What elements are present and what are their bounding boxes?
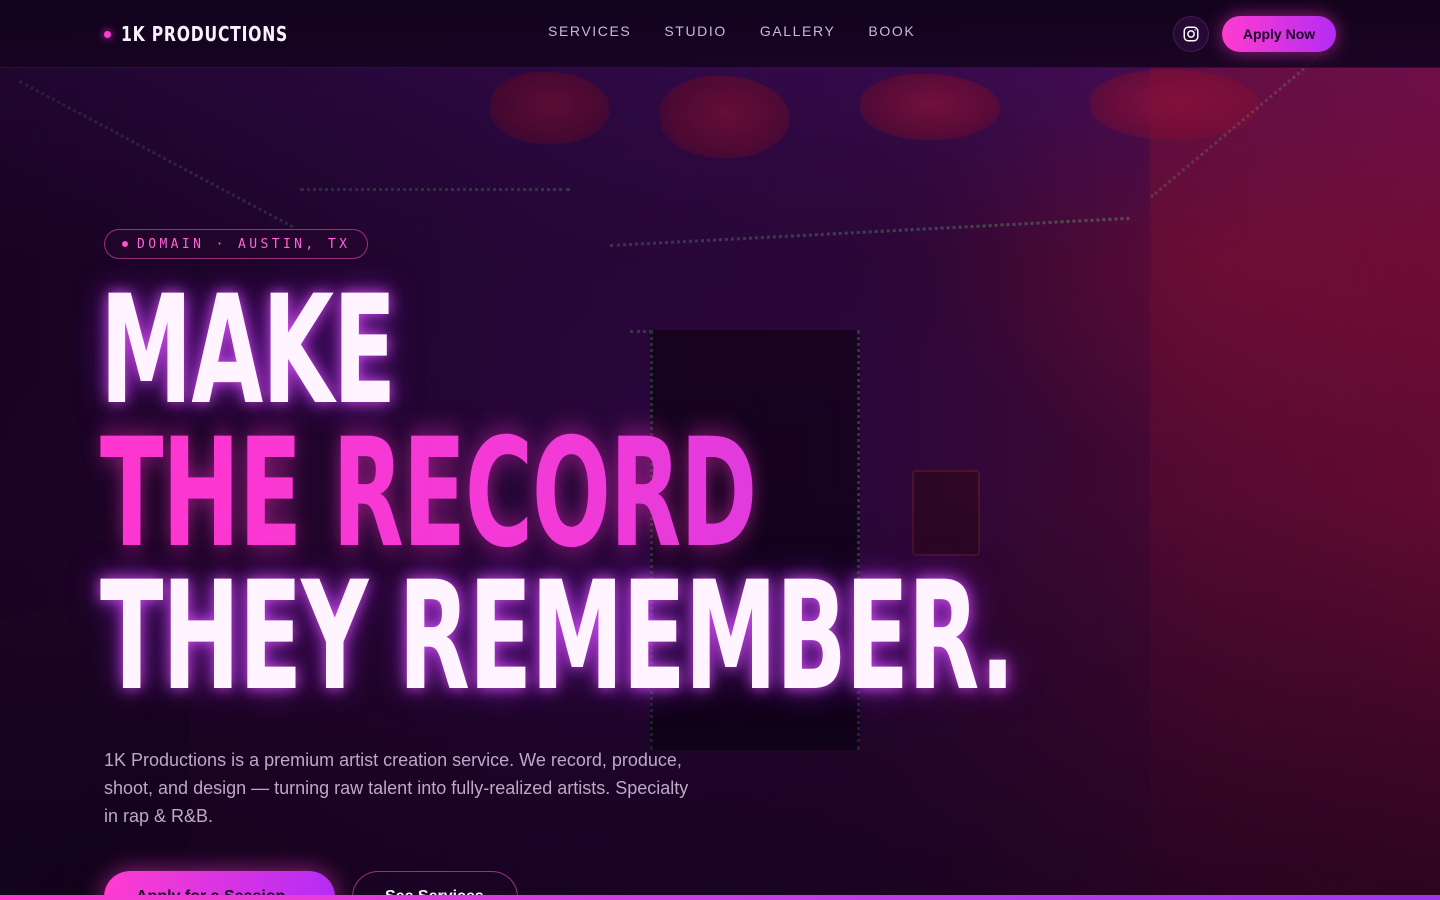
instagram-button[interactable] <box>1173 16 1209 52</box>
nav-link-book[interactable]: BOOK <box>868 23 915 39</box>
apply-now-button[interactable]: Apply Now <box>1222 16 1336 52</box>
headline-line-1: MAKE <box>100 264 396 438</box>
badge-dot-icon <box>122 241 128 247</box>
nav-link-gallery[interactable]: GALLERY <box>760 23 836 39</box>
nav-link-services[interactable]: SERVICES <box>548 23 631 39</box>
location-badge: DOMAIN · AUSTIN, TX <box>104 229 369 259</box>
nav-link-studio[interactable]: STUDIO <box>664 23 727 39</box>
instagram-icon <box>1183 26 1199 42</box>
brand-logo[interactable]: 1K PRODUCTIONS <box>104 20 335 48</box>
brand-dot-icon <box>104 30 111 38</box>
headline-line-2: THE RECORD <box>100 419 1014 569</box>
hero-section: DOMAIN · AUSTIN, TX MAKE THE RECORD THEY… <box>0 0 1440 900</box>
top-navbar: 1K PRODUCTIONS SERVICES STUDIO GALLERY B… <box>0 0 1440 68</box>
main-nav: SERVICES STUDIO GALLERY BOOK <box>548 23 915 39</box>
hero-description: 1K Productions is a premium artist creat… <box>104 750 689 826</box>
hero-headline: MAKE THE RECORD THEY REMEMBER. <box>100 264 1440 724</box>
brand-name: 1K PRODUCTIONS <box>121 22 289 46</box>
location-badge-text: DOMAIN · AUSTIN, TX <box>137 236 351 252</box>
headline-line-3: THEY REMEMBER. <box>100 550 1015 724</box>
bottom-accent-bar <box>0 895 1440 900</box>
